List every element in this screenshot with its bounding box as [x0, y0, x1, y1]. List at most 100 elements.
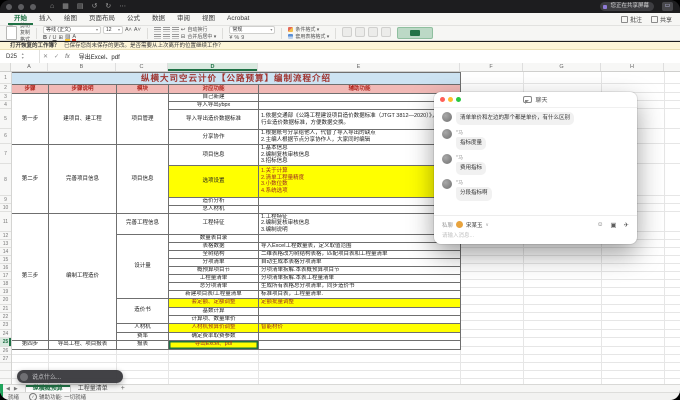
- ribbon-tab-公式[interactable]: 公式: [121, 13, 146, 25]
- ribbon-tab-绘图[interactable]: 绘图: [58, 13, 83, 25]
- row-header-27[interactable]: 27: [0, 355, 11, 363]
- cut-button[interactable]: 剪切: [20, 23, 30, 29]
- row-header-25[interactable]: 25: [0, 338, 11, 347]
- align-bottom-icon[interactable]: [172, 34, 179, 39]
- name-box[interactable]: D25 ▲▼: [0, 50, 40, 63]
- cell-E15[interactable]: 自动生成本表格分项清单: [259, 258, 461, 266]
- cell-B7[interactable]: 完善项目信息: [49, 145, 117, 214]
- cell-D3[interactable]: 自己新建: [169, 94, 259, 102]
- row-header-5[interactable]: 5: [0, 109, 11, 129]
- cell-E9[interactable]: [259, 197, 461, 205]
- cell-E8[interactable]: 1.关于计算 2.清单工程量精度 3.小数位数 4.系统选项: [259, 165, 461, 197]
- cell-E22[interactable]: [259, 315, 461, 323]
- cell-A11[interactable]: 第三步: [12, 213, 49, 340]
- cell-D6[interactable]: 分享协作: [169, 130, 259, 145]
- emoji-picker-icon[interactable]: ☺: [597, 221, 604, 229]
- confirm-entry-icon[interactable]: ✓: [54, 53, 59, 60]
- cell-E20[interactable]: 定额批量调整: [259, 298, 461, 307]
- cell-C20[interactable]: 造价书: [117, 298, 169, 323]
- undo-icon[interactable]: ↺: [91, 0, 97, 13]
- row-header-19[interactable]: 19: [0, 288, 11, 296]
- ribbon-tab-数据[interactable]: 数据: [146, 13, 171, 25]
- wrap-text-icon[interactable]: ↩: [181, 27, 186, 33]
- row-header-13[interactable]: 13: [0, 240, 11, 248]
- ribbon-extra-button[interactable]: [368, 27, 378, 37]
- file-attach-icon[interactable]: ▣: [610, 221, 616, 229]
- column-header-C[interactable]: C: [116, 63, 168, 71]
- cell-D19[interactable]: 新建项目表/工程量清单: [169, 290, 259, 298]
- cell-C3[interactable]: 项目管理: [117, 94, 169, 145]
- cell-C12[interactable]: 设计量: [117, 234, 169, 298]
- ribbon-tab-Acrobat[interactable]: Acrobat: [221, 13, 255, 25]
- select-all-corner[interactable]: [0, 63, 11, 71]
- cell-D10[interactable]: 总人材机: [169, 205, 259, 213]
- cell-A2[interactable]: 步骤: [12, 85, 49, 94]
- table-style-button[interactable]: 套用表格格式 ▾: [295, 34, 329, 40]
- cell-B3[interactable]: 建项目、建工程: [49, 94, 117, 145]
- cell-D20[interactable]: 套定额、定额调整: [169, 298, 259, 307]
- recovery-notice-bar[interactable]: 打开恢复的工作簿？ 已保存您尚未保存的更改。是否需要从上次离开的位置继续工作？: [0, 42, 680, 50]
- italic-button[interactable]: I: [49, 35, 51, 41]
- cell-D11[interactable]: 工程特征: [169, 213, 259, 234]
- cell-E3[interactable]: [259, 94, 461, 102]
- row-header-9[interactable]: 9: [0, 196, 11, 204]
- cell-E16[interactable]: 分项清单拆解.本表概预算项目节: [259, 266, 461, 274]
- fill-color-icon[interactable]: ▨: [65, 35, 70, 41]
- cell-D5[interactable]: 导入导出造价数据标准: [169, 110, 259, 130]
- cell-A3[interactable]: 第一步: [12, 94, 49, 145]
- align-middle-icon[interactable]: [163, 34, 170, 39]
- row-header-10[interactable]: 10: [0, 204, 11, 212]
- formula-input[interactable]: 导出Excel、pdf: [79, 52, 120, 61]
- row-header-26[interactable]: 26: [0, 347, 11, 355]
- cell-D25[interactable]: 导出Excel、pdf: [169, 340, 259, 349]
- ribbon-extra-button[interactable]: [381, 27, 391, 37]
- cell-E10[interactable]: [259, 205, 461, 213]
- cell-E14[interactable]: 二维表格改为树结构表格，匹配项目表和工程量清单: [259, 250, 461, 258]
- ribbon-tab-页面布局[interactable]: 页面布局: [83, 13, 121, 25]
- cell-D21[interactable]: 基数计算: [169, 307, 259, 315]
- cell-C24[interactable]: 费率: [117, 332, 169, 340]
- cell-E25[interactable]: [259, 340, 461, 349]
- merge-cells-icon[interactable]: ⊟: [181, 34, 186, 40]
- zoom-window-icon[interactable]: [30, 4, 36, 10]
- say-something-prompt[interactable]: 说点什么...: [17, 370, 123, 383]
- cell-E23[interactable]: 智能材价: [259, 323, 461, 332]
- ribbon-tab-插入[interactable]: 插入: [33, 13, 58, 25]
- cell-D7[interactable]: 项目信息: [169, 145, 259, 166]
- font-name-select[interactable]: 等线 (正文)▾: [43, 26, 101, 34]
- merge-center-button[interactable]: 合并后居中 ▾: [187, 34, 216, 40]
- chat-input[interactable]: 请输入消息...: [442, 230, 629, 244]
- row-header-20[interactable]: 20: [0, 296, 11, 305]
- cell-E18[interactable]: 生成所有表格总分项清单，同步造价书: [259, 282, 461, 290]
- comma-format-icon[interactable]: 9: [241, 35, 244, 41]
- recipient-chevron-icon[interactable]: ∨: [486, 222, 489, 228]
- camera-control-icon[interactable]: ▭: [662, 2, 673, 11]
- cell-E5[interactable]: 1.依据交通部《公路工程建设项目造价数据标准（JTGT 3812—2020）》，…: [259, 110, 461, 130]
- cell-D22[interactable]: 计算项、数量单价: [169, 315, 259, 323]
- cell-styles-preview[interactable]: [397, 27, 433, 39]
- accessibility-status[interactable]: ✓ 辅助功能: 一切就绪: [29, 393, 86, 400]
- paste-button[interactable]: [6, 26, 17, 40]
- share-button[interactable]: 共享: [651, 15, 672, 24]
- number-format-select[interactable]: 常规▾: [229, 26, 275, 34]
- align-center-icon[interactable]: [163, 27, 170, 32]
- row-header-22[interactable]: 22: [0, 313, 11, 321]
- column-header-A[interactable]: A: [11, 63, 48, 71]
- cell-E12[interactable]: [259, 234, 461, 242]
- bold-button[interactable]: B: [43, 35, 47, 41]
- cell-D23[interactable]: 人材机预算价调整: [169, 323, 259, 332]
- cell-E17[interactable]: 分项清单拆解.本表工程量清单: [259, 274, 461, 282]
- cell-D15[interactable]: 分项清单: [169, 258, 259, 266]
- home-icon[interactable]: ⌂: [50, 0, 54, 13]
- cell-D24[interactable]: 确定费率取费参数: [169, 332, 259, 340]
- comments-button[interactable]: 批注: [621, 15, 642, 24]
- cell-D13[interactable]: 表格数据: [169, 242, 259, 250]
- row-header-3[interactable]: 3: [0, 93, 11, 101]
- cell-E4[interactable]: [259, 102, 461, 110]
- column-header-B[interactable]: B: [48, 63, 116, 71]
- align-top-icon[interactable]: [154, 34, 161, 39]
- cell-D8[interactable]: 选项设置: [169, 165, 259, 197]
- cell-E6[interactable]: 1.根据账号分享给他人，代替了导入导出的缺点 2.主编人根据节点分享协作人，大家…: [259, 130, 461, 145]
- chat-zoom-icon[interactable]: [456, 97, 461, 102]
- cell-B2[interactable]: 步骤说明: [49, 85, 117, 94]
